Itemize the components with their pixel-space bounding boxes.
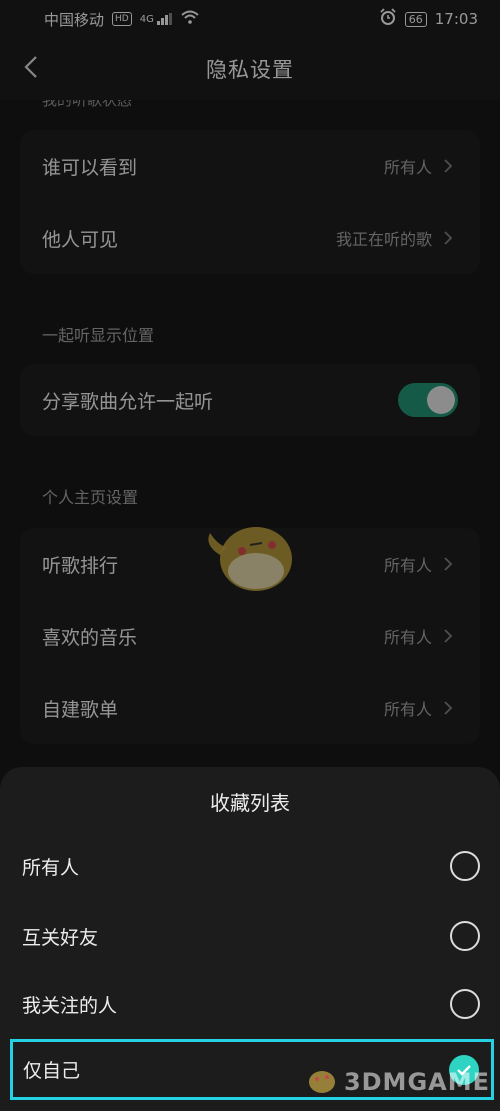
- watermark-text: 3DMGAME: [343, 1068, 490, 1096]
- option-label: 所有人: [22, 856, 80, 879]
- radio-unchecked-icon[interactable]: [450, 921, 480, 951]
- visibility-bottom-sheet: 收藏列表 所有人 互关好友 我关注的人 仅自己: [0, 767, 500, 1111]
- watermark-mascot-icon: [304, 1065, 338, 1099]
- option-following[interactable]: 我关注的人: [0, 969, 500, 1039]
- watermark: 3DMGAME: [304, 1065, 490, 1099]
- option-label: 仅自己: [23, 1060, 81, 1082]
- option-mutual-friends[interactable]: 互关好友: [0, 901, 500, 971]
- radio-unchecked-icon[interactable]: [450, 989, 480, 1019]
- option-label: 我关注的人: [22, 994, 118, 1017]
- option-everyone[interactable]: 所有人: [0, 831, 500, 901]
- sheet-title: 收藏列表: [210, 791, 290, 815]
- option-label: 互关好友: [22, 926, 99, 949]
- radio-unchecked-icon[interactable]: [450, 851, 480, 881]
